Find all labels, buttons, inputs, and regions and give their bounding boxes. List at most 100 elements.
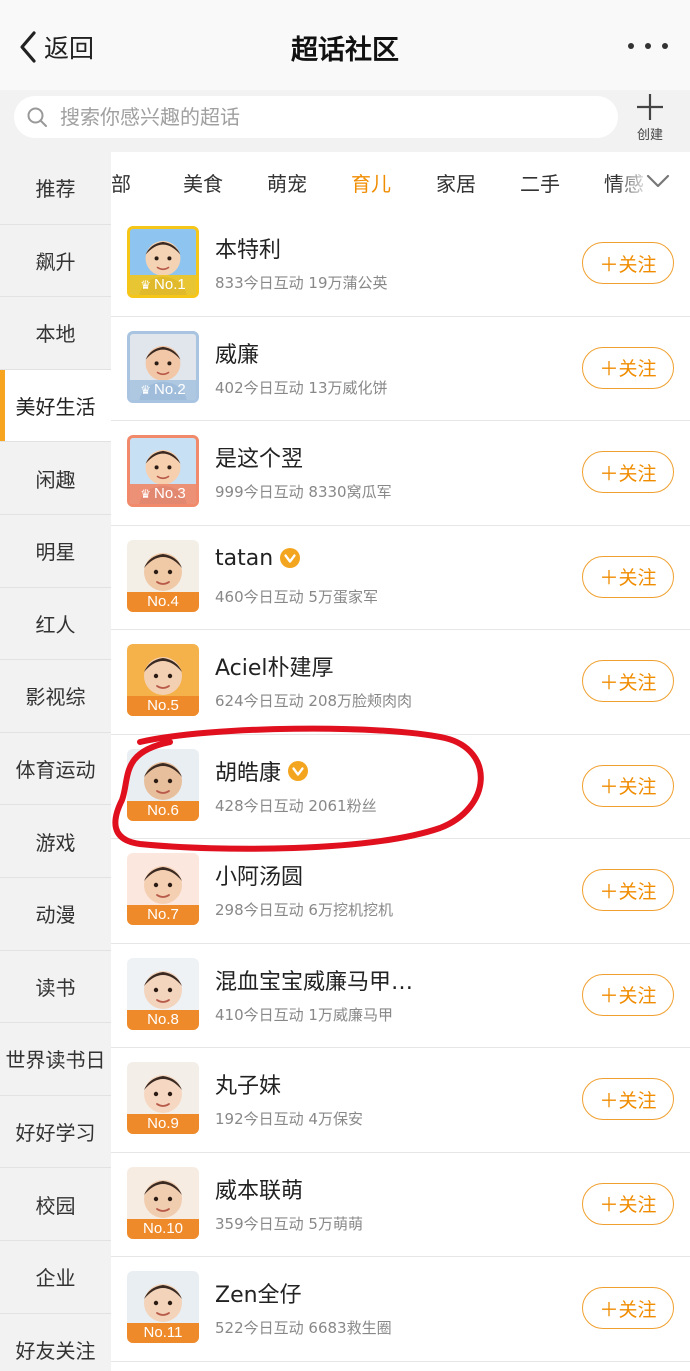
topic-name[interactable]: tatan bbox=[215, 546, 273, 571]
search-box[interactable] bbox=[14, 96, 618, 138]
follow-button[interactable]: ＋关注 bbox=[582, 242, 674, 284]
follow-button[interactable]: ＋关注 bbox=[582, 973, 674, 1016]
sidebar-item[interactable]: 美好生活 bbox=[0, 369, 111, 443]
follow-button[interactable]: ＋关注 bbox=[582, 555, 674, 598]
topic-avatar[interactable]: No.4 bbox=[127, 539, 199, 612]
follow-button[interactable]: ＋关注 bbox=[582, 1078, 674, 1120]
follow-button[interactable]: ＋关注 bbox=[582, 346, 674, 389]
follow-button[interactable]: ＋关注 bbox=[582, 451, 674, 493]
rank-label: No.8 bbox=[147, 1010, 179, 1028]
follow-button[interactable]: ＋关注 bbox=[582, 764, 674, 807]
topic-name[interactable]: 混血宝宝威廉马甲… bbox=[215, 964, 413, 996]
sidebar-item[interactable]: 读书 bbox=[0, 951, 111, 1024]
chevron-down-icon[interactable] bbox=[644, 166, 672, 196]
category-tab[interactable]: 部 bbox=[111, 168, 131, 197]
topic-row[interactable]: No.8 混血宝宝威廉马甲… 410今日互动 1万威廉马甲 ＋关注 bbox=[111, 943, 690, 1048]
category-tab[interactable]: 二手 bbox=[520, 168, 560, 197]
verified-badge-icon bbox=[280, 548, 301, 568]
topic-row[interactable]: No.5 Aciel朴建厚 624今日互动 208万脸颊肉肉 ＋关注 bbox=[111, 630, 690, 735]
category-tab[interactable]: 萌宠 bbox=[267, 168, 307, 197]
category-tab[interactable]: 育儿 bbox=[351, 168, 391, 197]
sidebar-item[interactable]: 红人 bbox=[0, 588, 111, 661]
topic-avatar[interactable]: No.8 bbox=[127, 957, 199, 1030]
topic-name[interactable]: 威本联萌 bbox=[215, 1173, 303, 1205]
verified-badge-icon bbox=[288, 760, 309, 781]
topic-name[interactable]: 是这个翌 bbox=[215, 441, 303, 473]
topic-row[interactable]: ♛ No.3 是这个翌 999今日互动 8330窝瓜军 ＋关注 bbox=[111, 421, 690, 526]
crown-icon: ♛ bbox=[140, 278, 152, 292]
rank-badge: No.11 bbox=[127, 1323, 199, 1343]
sidebar-item[interactable]: 动漫 bbox=[0, 878, 111, 951]
topic-avatar[interactable]: No.11 bbox=[127, 1271, 199, 1343]
topic-name[interactable]: Zen全仔 bbox=[215, 1277, 302, 1309]
create-button[interactable]: 创建 bbox=[620, 92, 680, 146]
sidebar-item[interactable]: 游戏 bbox=[0, 805, 111, 878]
rank-badge: No.7 bbox=[127, 905, 199, 925]
sidebar-item[interactable]: 企业 bbox=[0, 1241, 111, 1314]
topic-row[interactable]: No.11 Zen全仔 522今日互动 6683救生圈 ＋关注 bbox=[111, 1257, 690, 1362]
topic-stats: 402今日互动 13万威化饼 bbox=[215, 378, 388, 397]
rank-label: No.1 bbox=[154, 276, 186, 293]
topic-name[interactable]: 小阿汤圆 bbox=[215, 859, 303, 891]
rank-label: No.6 bbox=[147, 801, 179, 819]
topic-row[interactable]: No.9 丸子妹 192今日互动 4万保安 ＋关注 bbox=[111, 1048, 690, 1153]
rank-label: No.3 bbox=[154, 485, 186, 502]
topic-name[interactable]: 本特利 bbox=[215, 232, 281, 264]
page-title: 超话社区 bbox=[291, 35, 399, 66]
topic-row[interactable]: No.10 威本联萌 359今日互动 5万萌萌 ＋关注 bbox=[111, 1152, 690, 1257]
topic-name[interactable]: 胡皓康 bbox=[215, 755, 281, 787]
sidebar-item[interactable]: 好友关注 bbox=[0, 1314, 111, 1371]
super-topic-list: ♛ No.1 本特利 833今日互动 19万蒲公英 ＋关注 ♛ No.2 威廉 40… bbox=[111, 212, 690, 1362]
topic-title-line: 丸子妹 bbox=[215, 1068, 281, 1100]
sidebar-item[interactable]: 明星 bbox=[0, 515, 111, 588]
topic-row[interactable]: No.4 tatan 460今日互动 5万蛋家军 ＋关注 bbox=[111, 525, 690, 630]
plus-icon bbox=[637, 94, 663, 120]
more-dot-icon bbox=[662, 43, 668, 49]
topic-title-line: Zen全仔 bbox=[215, 1277, 302, 1309]
topic-stats: 833今日互动 19万蒲公英 bbox=[215, 274, 388, 292]
topic-avatar[interactable]: ♛ No.2 bbox=[127, 330, 199, 403]
topic-avatar[interactable]: No.10 bbox=[127, 1166, 199, 1239]
topic-row[interactable]: No.6 胡皓康 428今日互动 2061粉丝 ＋关注 bbox=[111, 734, 690, 839]
category-tab[interactable]: 美食 bbox=[183, 168, 223, 197]
topic-avatar[interactable]: ♛ No.1 bbox=[127, 226, 199, 298]
topic-avatar[interactable]: No.6 bbox=[127, 748, 199, 821]
follow-button[interactable]: ＋关注 bbox=[582, 1287, 674, 1329]
subcategory-tabs: 部美食萌宠育儿家居二手情感 bbox=[111, 152, 690, 212]
topic-stats: 999今日互动 8330窝瓜军 bbox=[215, 483, 392, 501]
sidebar-item[interactable]: 好好学习 bbox=[0, 1096, 111, 1169]
category-tab[interactable]: 家居 bbox=[436, 168, 476, 197]
topic-name[interactable]: 丸子妹 bbox=[215, 1068, 281, 1100]
topic-name[interactable]: Aciel朴建厚 bbox=[215, 650, 334, 682]
back-button[interactable]: 返回 bbox=[14, 22, 94, 72]
topic-name[interactable]: 威廉 bbox=[215, 337, 259, 369]
sidebar-item[interactable]: 世界读书日 bbox=[0, 1023, 111, 1096]
topic-row[interactable]: ♛ No.1 本特利 833今日互动 19万蒲公英 ＋关注 bbox=[111, 212, 690, 317]
rank-label: No.11 bbox=[143, 1324, 183, 1341]
topic-avatar[interactable]: ♛ No.3 bbox=[127, 435, 199, 507]
topic-row[interactable]: No.7 小阿汤圆 298今日互动 6万挖机挖机 ＋关注 bbox=[111, 839, 690, 944]
more-options-button[interactable] bbox=[628, 34, 668, 58]
follow-button[interactable]: ＋关注 bbox=[582, 660, 674, 702]
follow-button[interactable]: ＋关注 bbox=[582, 1182, 674, 1225]
topic-avatar[interactable]: No.9 bbox=[127, 1062, 199, 1134]
sidebar-item[interactable]: 推荐 bbox=[0, 152, 111, 225]
rank-badge: No.8 bbox=[127, 1009, 199, 1030]
sidebar-item[interactable]: 校园 bbox=[0, 1168, 111, 1241]
follow-button[interactable]: ＋关注 bbox=[582, 869, 674, 911]
sidebar-item[interactable]: 影视综 bbox=[0, 660, 111, 733]
topic-stats: 624今日互动 208万脸颊肉肉 bbox=[215, 692, 413, 710]
topic-stats: 460今日互动 5万蛋家军 bbox=[215, 587, 378, 606]
search-input[interactable] bbox=[60, 105, 580, 129]
sidebar-item[interactable]: 闲趣 bbox=[0, 442, 111, 515]
topic-row[interactable]: ♛ No.2 威廉 402今日互动 13万威化饼 ＋关注 bbox=[111, 316, 690, 421]
rank-badge: No.6 bbox=[127, 800, 199, 821]
rank-label: No.10 bbox=[142, 1219, 184, 1237]
sidebar-item[interactable]: 飙升 bbox=[0, 225, 111, 298]
topic-avatar[interactable]: No.5 bbox=[127, 644, 199, 716]
sidebar-item[interactable]: 体育运动 bbox=[0, 733, 111, 806]
sidebar-item[interactable]: 本地 bbox=[0, 297, 111, 370]
rank-label: No.4 bbox=[147, 592, 179, 610]
rank-label: No.2 bbox=[154, 380, 186, 398]
topic-avatar[interactable]: No.7 bbox=[127, 853, 199, 925]
